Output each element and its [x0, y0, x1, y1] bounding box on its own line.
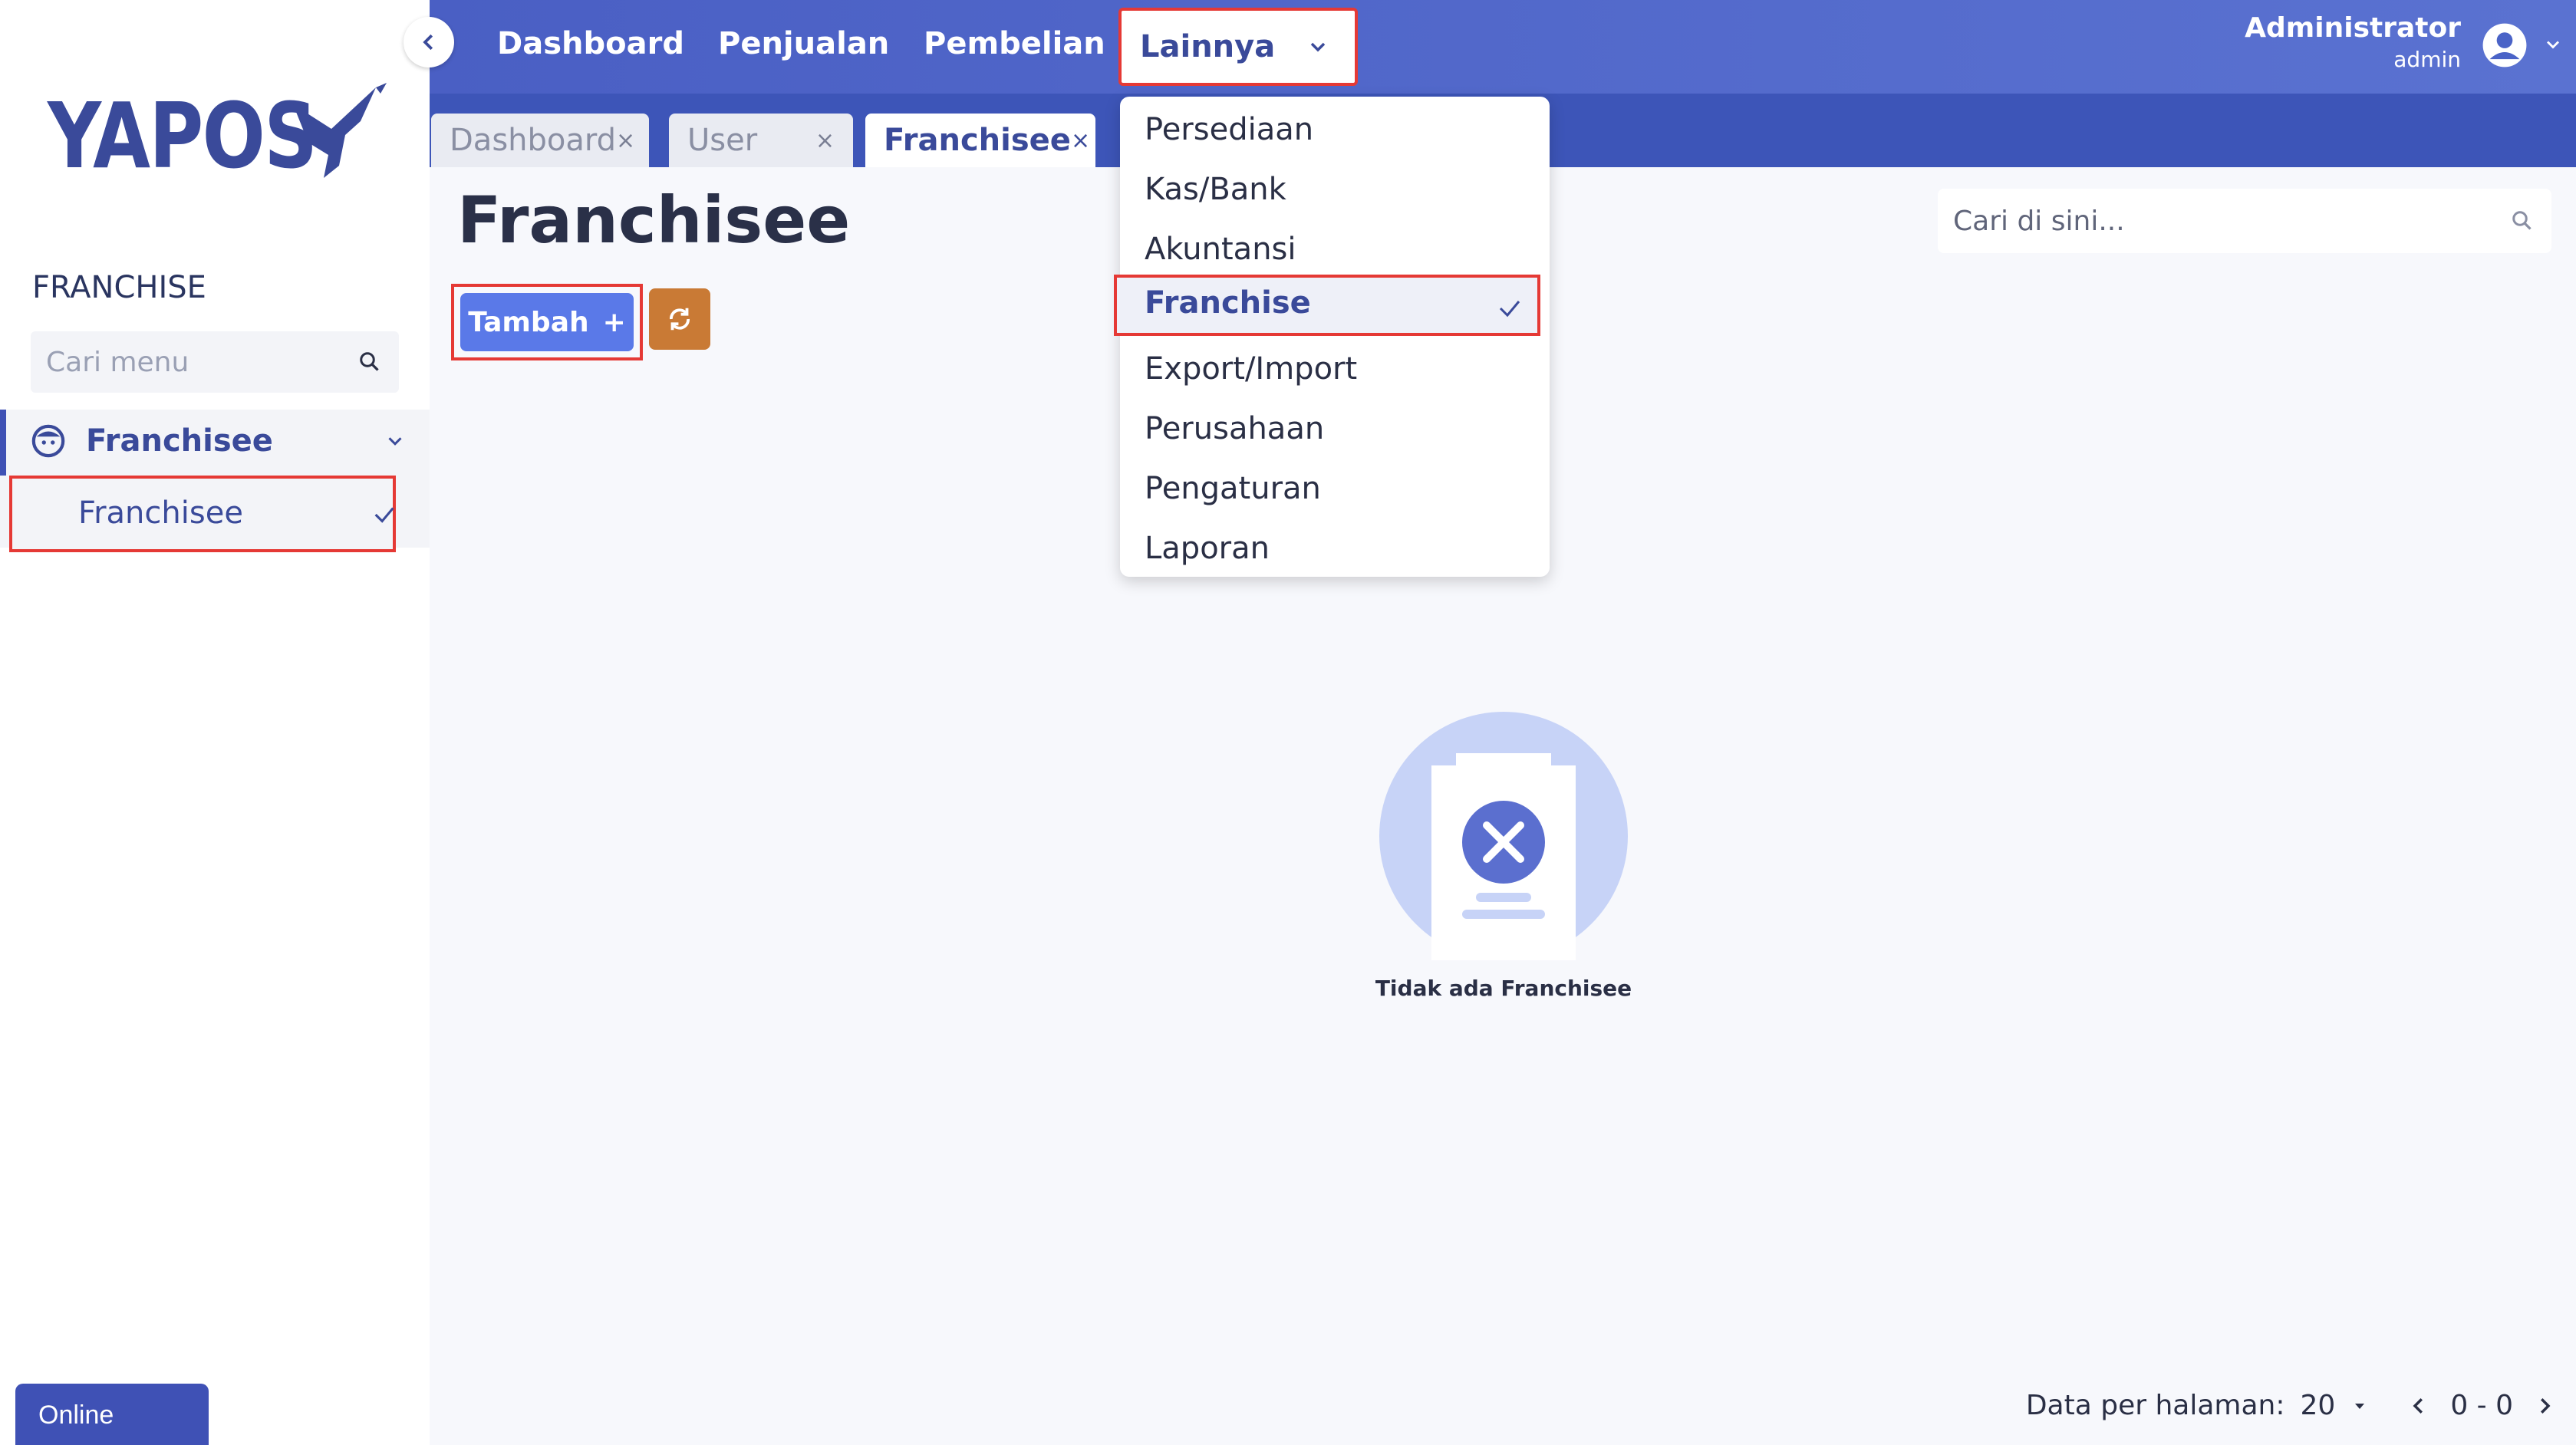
chevron-down-icon — [388, 437, 402, 446]
caret-down-icon — [2355, 1403, 2365, 1409]
empty-state-icon — [1379, 712, 1628, 960]
user-info[interactable]: Administrator admin — [2245, 12, 2461, 72]
menu-item-perusahaan[interactable]: Perusahaan — [1120, 402, 1550, 462]
add-button-label: Tambah — [468, 306, 589, 338]
refresh-button[interactable] — [649, 288, 710, 350]
add-button-highlight: Tambah + — [451, 284, 643, 360]
menu-item-laporan[interactable]: Laporan — [1120, 522, 1550, 581]
page-range: 0 - 0 — [2450, 1390, 2513, 1421]
menu-item-franchise[interactable]: Franchise — [1114, 275, 1540, 336]
per-page-label: Data per halaman: — [2025, 1390, 2285, 1421]
menu-item-persediaan[interactable]: Persediaan — [1120, 103, 1550, 163]
nav-penjualan[interactable]: Penjualan — [718, 26, 889, 61]
user-name: Administrator — [2245, 12, 2461, 44]
menu-group-header[interactable]: Franchisee — [31, 423, 407, 459]
search-icon — [360, 352, 379, 371]
bird-logo-icon — [293, 83, 387, 178]
app-logo[interactable]: YAPOS — [48, 83, 387, 189]
section-title: FRANCHISE — [32, 270, 206, 305]
topbar: Dashboard Penjualan Pembelian Administra… — [430, 0, 2576, 94]
sidebar-item-label: Franchisee — [78, 495, 243, 531]
face-icon — [31, 424, 65, 458]
close-icon[interactable]: × — [815, 127, 835, 154]
menu-item-kas-bank[interactable]: Kas/Bank — [1120, 163, 1550, 222]
per-page-select[interactable]: 20 — [2301, 1390, 2370, 1421]
user-role: admin — [2393, 47, 2461, 72]
chevron-left-icon — [423, 34, 433, 51]
close-icon[interactable]: × — [1071, 127, 1090, 154]
menu-item-label: Franchise — [1145, 285, 1311, 321]
tab-label: User — [687, 123, 758, 158]
menu-group-label: Franchisee — [86, 423, 273, 459]
tab-franchisee[interactable]: Franchisee × — [865, 114, 1095, 167]
next-page-icon[interactable] — [2533, 1394, 2556, 1417]
add-button[interactable]: Tambah + — [460, 293, 634, 351]
menu-item-export-import[interactable]: Export/Import — [1120, 342, 1550, 402]
per-page-value: 20 — [2300, 1390, 2336, 1421]
menu-item-pengaturan[interactable]: Pengaturan — [1120, 462, 1550, 522]
tab-user[interactable]: User × — [669, 114, 853, 167]
pagination: Data per halaman: 20 0 - 0 — [2026, 1390, 2556, 1421]
main-search-placeholder: Cari di sini... — [1953, 205, 2125, 237]
plus-icon: + — [602, 306, 626, 338]
active-indicator — [0, 410, 6, 476]
refresh-icon — [670, 308, 690, 331]
close-icon[interactable]: × — [616, 127, 635, 154]
check-icon — [1499, 301, 1520, 318]
nav-dashboard[interactable]: Dashboard — [497, 26, 684, 61]
nav-lainnya-label: Lainnya — [1140, 29, 1276, 64]
menu-search-placeholder: Cari menu — [46, 346, 189, 378]
prev-page-icon[interactable] — [2407, 1394, 2430, 1417]
search-icon — [2512, 211, 2532, 230]
tab-label: Franchisee — [884, 123, 1071, 158]
tab-label: Dashboard — [450, 123, 617, 158]
main-search-input[interactable]: Cari di sini... — [1938, 189, 2551, 253]
empty-state-text: Tidak ada Franchisee — [1375, 976, 1632, 1001]
sidebar-collapse-button[interactable] — [404, 17, 454, 67]
chevron-down-icon — [1310, 42, 1326, 52]
sidebar: YAPOS FRANCHISE Cari menu Franchisee Fra… — [0, 0, 430, 1445]
nav-pembelian[interactable]: Pembelian — [924, 26, 1105, 61]
page-title: Franchisee — [457, 183, 851, 258]
check-icon — [374, 507, 394, 523]
logo-text: YAPOS — [48, 83, 318, 189]
user-avatar-icon[interactable] — [2481, 21, 2528, 69]
menu-group-franchisee: Franchisee Franchisee — [0, 410, 430, 552]
nav-lainnya-dropdown[interactable]: Lainnya — [1118, 8, 1358, 86]
chevron-down-icon[interactable] — [2542, 34, 2564, 55]
lainnya-dropdown-menu: Persediaan Kas/Bank Akuntansi Franchise … — [1114, 97, 1550, 577]
menu-search-input[interactable]: Cari menu — [31, 331, 399, 393]
menu-item-akuntansi[interactable]: Akuntansi — [1120, 222, 1550, 282]
sidebar-item-franchisee[interactable]: Franchisee — [9, 476, 396, 552]
tab-dashboard[interactable]: Dashboard × — [431, 114, 649, 167]
online-status-button[interactable]: Online — [15, 1384, 209, 1445]
